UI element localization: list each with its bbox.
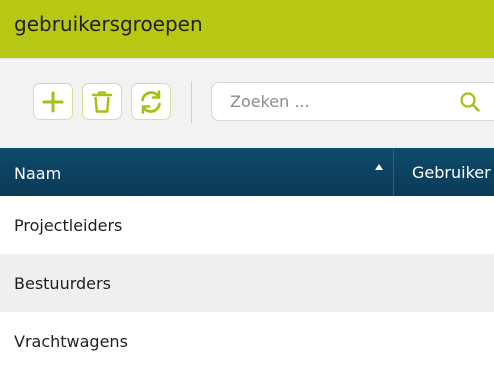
sort-ascending-icon[interactable] — [374, 156, 384, 175]
trash-icon — [91, 90, 113, 114]
search-box[interactable] — [211, 82, 494, 121]
refresh-icon — [138, 89, 164, 115]
table-row[interactable]: Projectleiders — [0, 196, 494, 254]
table-row[interactable]: Vrachtwagens — [0, 312, 494, 370]
search-icon[interactable] — [459, 91, 481, 113]
column-divider[interactable] — [393, 148, 394, 196]
plus-icon — [42, 91, 64, 113]
title-bar: gebruikersgroepen — [0, 0, 494, 58]
toolbar-divider — [191, 81, 192, 123]
row-naam: Bestuurders — [14, 273, 111, 293]
column-header-gebruikers-label: Gebruiker — [412, 162, 491, 182]
delete-button[interactable] — [82, 83, 122, 120]
row-naam: Projectleiders — [14, 215, 123, 235]
search-input[interactable] — [230, 83, 430, 120]
add-button[interactable] — [33, 83, 73, 120]
toolbar — [0, 58, 494, 148]
column-header-gebruikers[interactable]: Gebruiker — [398, 148, 494, 196]
table-header: Naam Gebruiker — [0, 148, 494, 196]
column-header-naam-label: Naam — [14, 163, 62, 183]
refresh-button[interactable] — [131, 83, 171, 120]
column-header-naam[interactable]: Naam — [0, 148, 393, 196]
row-naam: Vrachtwagens — [14, 331, 128, 351]
table-row[interactable]: Bestuurders — [0, 254, 494, 312]
page-title: gebruikersgroepen — [14, 12, 203, 36]
